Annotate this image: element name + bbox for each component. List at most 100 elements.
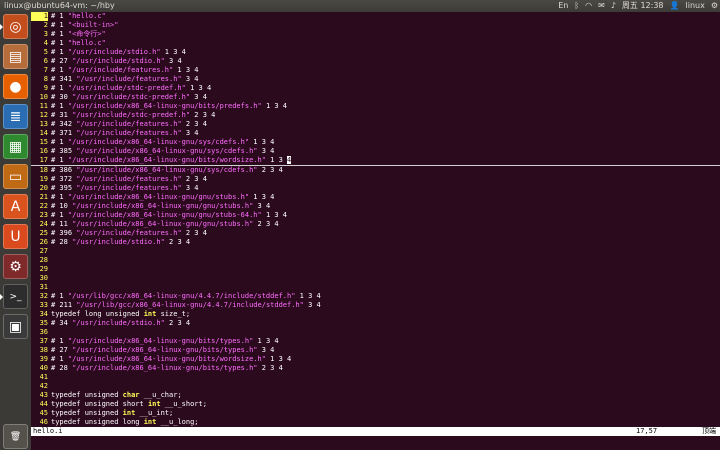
string-token: "/usr/include/stdc-predef.h"	[72, 111, 191, 119]
editor-line[interactable]: 34 typedef long unsigned int size_t;	[31, 310, 720, 319]
clock[interactable]: 周五 12:38	[622, 0, 664, 12]
editor-line[interactable]: 20 # 395 "/usr/include/features.h" 3 4	[31, 184, 720, 193]
line-number: 28	[39, 256, 48, 264]
code-text: # 31	[51, 111, 73, 119]
code-text: # 1	[51, 66, 68, 74]
code-text: # 1	[51, 193, 68, 201]
editor-line[interactable]: 45 typedef unsigned int __u_int;	[31, 409, 720, 418]
editor-line[interactable]: 15 # 1 "/usr/include/x86_64-linux-gnu/sys…	[31, 138, 720, 147]
line-number: 46	[39, 418, 48, 426]
code-text: 3 4	[257, 147, 275, 155]
editor-line[interactable]: 8 # 341 "/usr/include/features.h" 3 4	[31, 75, 720, 84]
editor-line[interactable]: 5 # 1 "/usr/include/stdio.h" 1 3 4	[31, 48, 720, 57]
files-icon[interactable]: ▤	[3, 44, 28, 69]
editor-line[interactable]: 43 typedef unsigned char __u_char;	[31, 391, 720, 400]
firefox-icon[interactable]: ●	[3, 74, 28, 99]
writer-icon[interactable]: ≣	[3, 104, 28, 129]
code-text: # 371	[51, 129, 77, 137]
editor-line[interactable]: 23 # 1 "/usr/include/x86_64-linux-gnu/gnu…	[31, 211, 720, 220]
running-indicator	[0, 294, 3, 300]
editor-line[interactable]: 28	[31, 256, 720, 265]
editor-line[interactable]: 16 # 385 "/usr/include/x86_64-linux-gnu/s…	[31, 147, 720, 156]
editor-line[interactable]: 14 # 371 "/usr/include/features.h" 3 4	[31, 129, 720, 138]
trash-icon[interactable]: 🗑	[3, 424, 28, 449]
editor-line[interactable]: 12 # 31 "/usr/include/stdc-predef.h" 2 3 …	[31, 111, 720, 120]
software-center-icon[interactable]: A	[3, 194, 28, 219]
mail-icon[interactable]: ✉	[598, 0, 605, 12]
editor-line[interactable]: 46 typedef unsigned long int __u_long;	[31, 418, 720, 426]
workspace-icon[interactable]: ▣	[3, 314, 28, 339]
terminal-window[interactable]: 1 # 1 "hello.c" 2 # 1 "<built-in>" 3 # 1 "<命令…	[31, 12, 720, 450]
editor-line[interactable]: 18 # 386 "/usr/include/x86_64-linux-gnu/s…	[31, 166, 720, 175]
settings-icon[interactable]: ⚙	[3, 254, 28, 279]
code-text: size_t;	[156, 310, 191, 318]
editor-line[interactable]: 37 # 1 "/usr/include/x86_64-linux-gnu/bit…	[31, 337, 720, 346]
editor-line[interactable]: 35 # 34 "/usr/include/stdio.h" 2 3 4	[31, 319, 720, 328]
impress-icon[interactable]: ▭	[3, 164, 28, 189]
string-token: "/usr/lib/gcc/x86_64-linux-gnu/4.4.7/inc…	[76, 301, 304, 309]
editor-line[interactable]: 25 # 396 "/usr/include/features.h" 2 3 4	[31, 229, 720, 238]
editor-line[interactable]: 6 # 27 "/usr/include/stdio.h" 3 4	[31, 57, 720, 66]
code-text: 1 3 4	[265, 355, 292, 363]
string-token: "/usr/include/x86_64-linux-gnu/bits/type…	[72, 346, 258, 354]
code-text: __u_char;	[139, 391, 182, 399]
editor-line[interactable]: 29	[31, 265, 720, 274]
editor-line[interactable]: 31	[31, 283, 720, 292]
editor-line[interactable]: 32 # 1 "/usr/lib/gcc/x86_64-linux-gnu/4.4…	[31, 292, 720, 301]
editor-line[interactable]: 44 typedef unsigned short int __u_short;	[31, 400, 720, 409]
session-gear-icon[interactable]: ⚙	[711, 0, 718, 12]
keyboard-indicator[interactable]: En	[558, 0, 568, 12]
code-text: 1 3 4	[261, 211, 288, 219]
editor-line[interactable]: 1 # 1 "hello.c"	[31, 12, 720, 21]
editor-line[interactable]: 22 # 10 "/usr/include/x86_64-linux-gnu/gn…	[31, 202, 720, 211]
editor-line[interactable]: 13 # 342 "/usr/include/features.h" 2 3 4	[31, 120, 720, 129]
code-text: 2 3 4	[257, 364, 283, 372]
editor-line[interactable]: 9 # 1 "/usr/include/stdc-predef.h" 1 3 4	[31, 84, 720, 93]
string-token: "/usr/include/features.h"	[76, 120, 182, 128]
editor-line[interactable]: 4 # 1 "hello.c"	[31, 39, 720, 48]
editor-line[interactable]: 7 # 1 "/usr/include/features.h" 1 3 4	[31, 66, 720, 75]
dash-icon[interactable]: ◎	[3, 14, 28, 39]
code-text: # 1	[51, 355, 68, 363]
code-text: 1 3 4	[185, 84, 212, 92]
editor-line[interactable]: 21 # 1 "/usr/include/x86_64-linux-gnu/gnu…	[31, 193, 720, 202]
editor-line[interactable]: 42	[31, 382, 720, 391]
editor-line[interactable]: 2 # 1 "<built-in>"	[31, 21, 720, 30]
code-text: # 1	[51, 292, 68, 300]
editor-line[interactable]: 19 # 372 "/usr/include/features.h" 2 3 4	[31, 175, 720, 184]
ubuntu-one-icon[interactable]: U	[3, 224, 28, 249]
line-number: 43	[39, 391, 48, 399]
calc-icon[interactable]: ▦	[3, 134, 28, 159]
network-icon[interactable]: ◠	[585, 0, 592, 12]
editor-line[interactable]: 39 # 1 "/usr/include/x86_64-linux-gnu/bit…	[31, 355, 720, 364]
editor-line[interactable]: 36	[31, 328, 720, 337]
editor-line[interactable]: 27	[31, 247, 720, 256]
bluetooth-icon[interactable]: ᛒ	[574, 0, 579, 12]
line-number: 19	[39, 175, 48, 183]
editor-line[interactable]: 40 # 28 "/usr/include/x86_64-linux-gnu/bi…	[31, 364, 720, 373]
line-number: 22	[39, 202, 48, 210]
editor-line[interactable]: 17 # 1 "/usr/include/x86_64-linux-gnu/bit…	[31, 156, 720, 166]
editor-line[interactable]: 10 # 30 "/usr/include/stdc-predef.h" 3 4	[31, 93, 720, 102]
editor-line[interactable]: 3 # 1 "<命令行>"	[31, 30, 720, 39]
line-number: 23	[39, 211, 48, 219]
editor-line[interactable]: 41	[31, 373, 720, 382]
editor-line[interactable]: 33 # 211 "/usr/lib/gcc/x86_64-linux-gnu/4…	[31, 301, 720, 310]
editor-line[interactable]: 26 # 28 "/usr/include/stdio.h" 2 3 4	[31, 238, 720, 247]
keyword-token: char	[122, 391, 140, 399]
vim-editor[interactable]: 1 # 1 "hello.c" 2 # 1 "<built-in>" 3 # 1 "<命令…	[31, 12, 720, 426]
editor-line[interactable]: 11 # 1 "/usr/include/x86_64-linux-gnu/bit…	[31, 102, 720, 111]
line-number: 26	[39, 238, 48, 246]
terminal-icon[interactable]: >_	[3, 284, 28, 309]
line-number: 34	[39, 310, 48, 318]
code-text: # 372	[51, 175, 77, 183]
editor-line[interactable]: 38 # 27 "/usr/include/x86_64-linux-gnu/bi…	[31, 346, 720, 355]
line-number: 40	[39, 364, 48, 372]
volume-icon[interactable]: ♪	[611, 0, 616, 12]
user-name[interactable]: linux	[686, 0, 705, 12]
running-indicator	[0, 24, 3, 30]
string-token: "/usr/include/features.h"	[67, 66, 174, 74]
editor-line[interactable]: 30	[31, 274, 720, 283]
code-text: __u_short;	[160, 400, 207, 408]
editor-line[interactable]: 24 # 11 "/usr/include/x86_64-linux-gnu/gn…	[31, 220, 720, 229]
